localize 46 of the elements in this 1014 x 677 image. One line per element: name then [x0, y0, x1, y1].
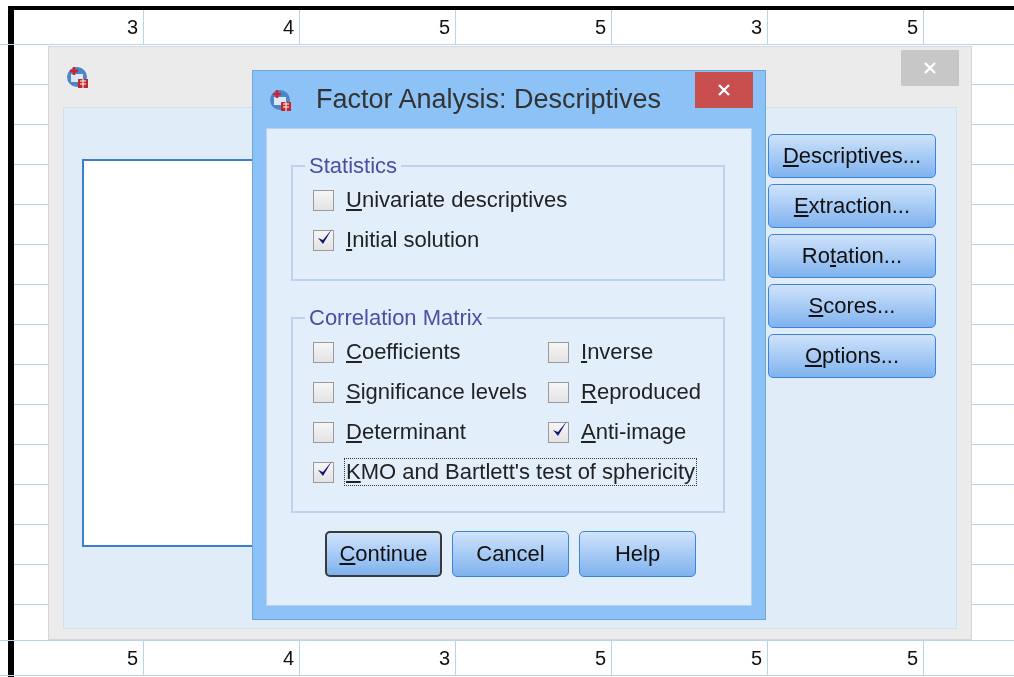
table-cell: 4	[144, 10, 300, 44]
dialog-button[interactable]: Scores...	[768, 284, 936, 328]
dialog-button[interactable]: Options...	[768, 334, 936, 378]
dialog-button[interactable]: Descriptives...	[768, 134, 936, 178]
table-cell: 5	[456, 641, 612, 675]
dialog-button[interactable]: Continue	[325, 531, 442, 577]
checkbox[interactable]	[313, 189, 334, 211]
table-cell: 5	[768, 10, 924, 44]
group-title: Correlation Matrix	[308, 305, 484, 331]
checkbox[interactable]	[548, 341, 569, 363]
dialog-app-icon	[269, 87, 293, 112]
table-cell: 5	[768, 641, 924, 675]
checkbox-label[interactable]: Initial solution	[344, 226, 482, 254]
window-title: Factor Analysis: Descriptives	[316, 84, 662, 115]
checkbox-label[interactable]: Coefficients	[344, 338, 463, 366]
checkbox[interactable]	[548, 421, 569, 443]
checkbox[interactable]	[313, 229, 334, 251]
dialog-button[interactable]: Help	[579, 531, 696, 577]
table-cell: 3	[0, 10, 144, 44]
table-cell: 5	[456, 10, 612, 44]
checkbox[interactable]	[548, 381, 569, 403]
checkbox-label[interactable]: Significance levels	[344, 378, 529, 406]
checkbox[interactable]	[313, 421, 334, 443]
checkbox-label[interactable]: Determinant	[344, 418, 468, 446]
checkbox[interactable]	[313, 461, 334, 483]
dialog-button[interactable]: Cancel	[452, 531, 569, 577]
close-icon	[717, 83, 731, 97]
close-icon	[923, 61, 937, 75]
checkbox-label[interactable]: Reproduced	[579, 378, 703, 406]
checkbox-label[interactable]: Univariate descriptives	[344, 186, 570, 214]
checkbox[interactable]	[313, 381, 334, 403]
dialog-app-icon	[66, 65, 90, 89]
table-cell: 5	[300, 10, 456, 44]
table-cell: 4	[144, 641, 300, 675]
close-button[interactable]	[695, 72, 753, 108]
checkbox-label[interactable]: Inverse	[579, 338, 656, 366]
table-cell: 3	[612, 10, 768, 44]
checkbox[interactable]	[313, 341, 334, 363]
dialog-button[interactable]: Rotation...	[768, 234, 936, 278]
table-cell: 5	[612, 641, 768, 675]
dialog-button[interactable]: Extraction...	[768, 184, 936, 228]
checkbox-label[interactable]: Anti-image	[579, 418, 689, 446]
group-title: Statistics	[308, 153, 399, 179]
checkbox-label[interactable]: KMO and Bartlett's test of sphericity	[344, 458, 698, 486]
table-cell: 3	[300, 641, 456, 675]
table-cell: 5	[0, 641, 144, 675]
